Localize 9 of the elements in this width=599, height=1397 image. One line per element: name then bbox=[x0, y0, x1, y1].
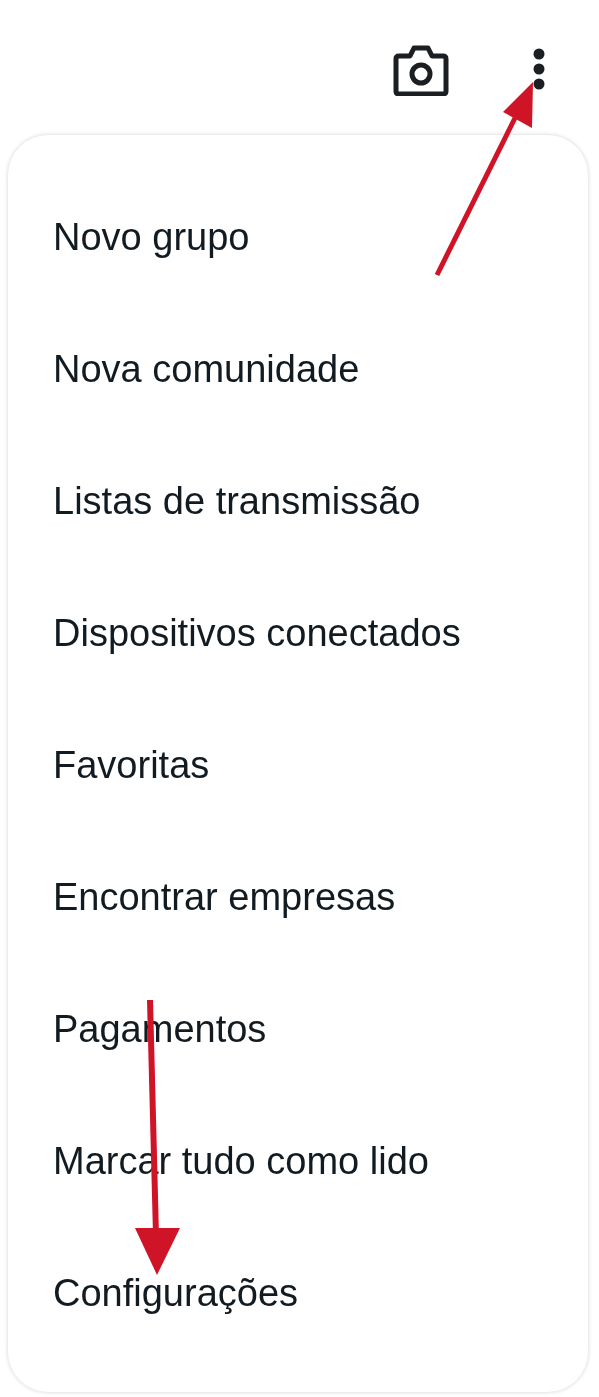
menu-item[interactable]: Nova comunidade bbox=[8, 303, 588, 435]
menu-item[interactable]: Encontrar empresas bbox=[8, 831, 588, 963]
menu-item[interactable]: Novo grupo bbox=[8, 171, 588, 303]
camera-icon[interactable] bbox=[393, 44, 449, 96]
menu-item[interactable]: Dispositivos conectados bbox=[8, 567, 588, 699]
more-options-icon[interactable] bbox=[532, 48, 546, 90]
menu-item[interactable]: Listas de transmissão bbox=[8, 435, 588, 567]
menu-item[interactable]: Configurações bbox=[8, 1227, 588, 1359]
menu-item[interactable]: Favoritas bbox=[8, 699, 588, 831]
